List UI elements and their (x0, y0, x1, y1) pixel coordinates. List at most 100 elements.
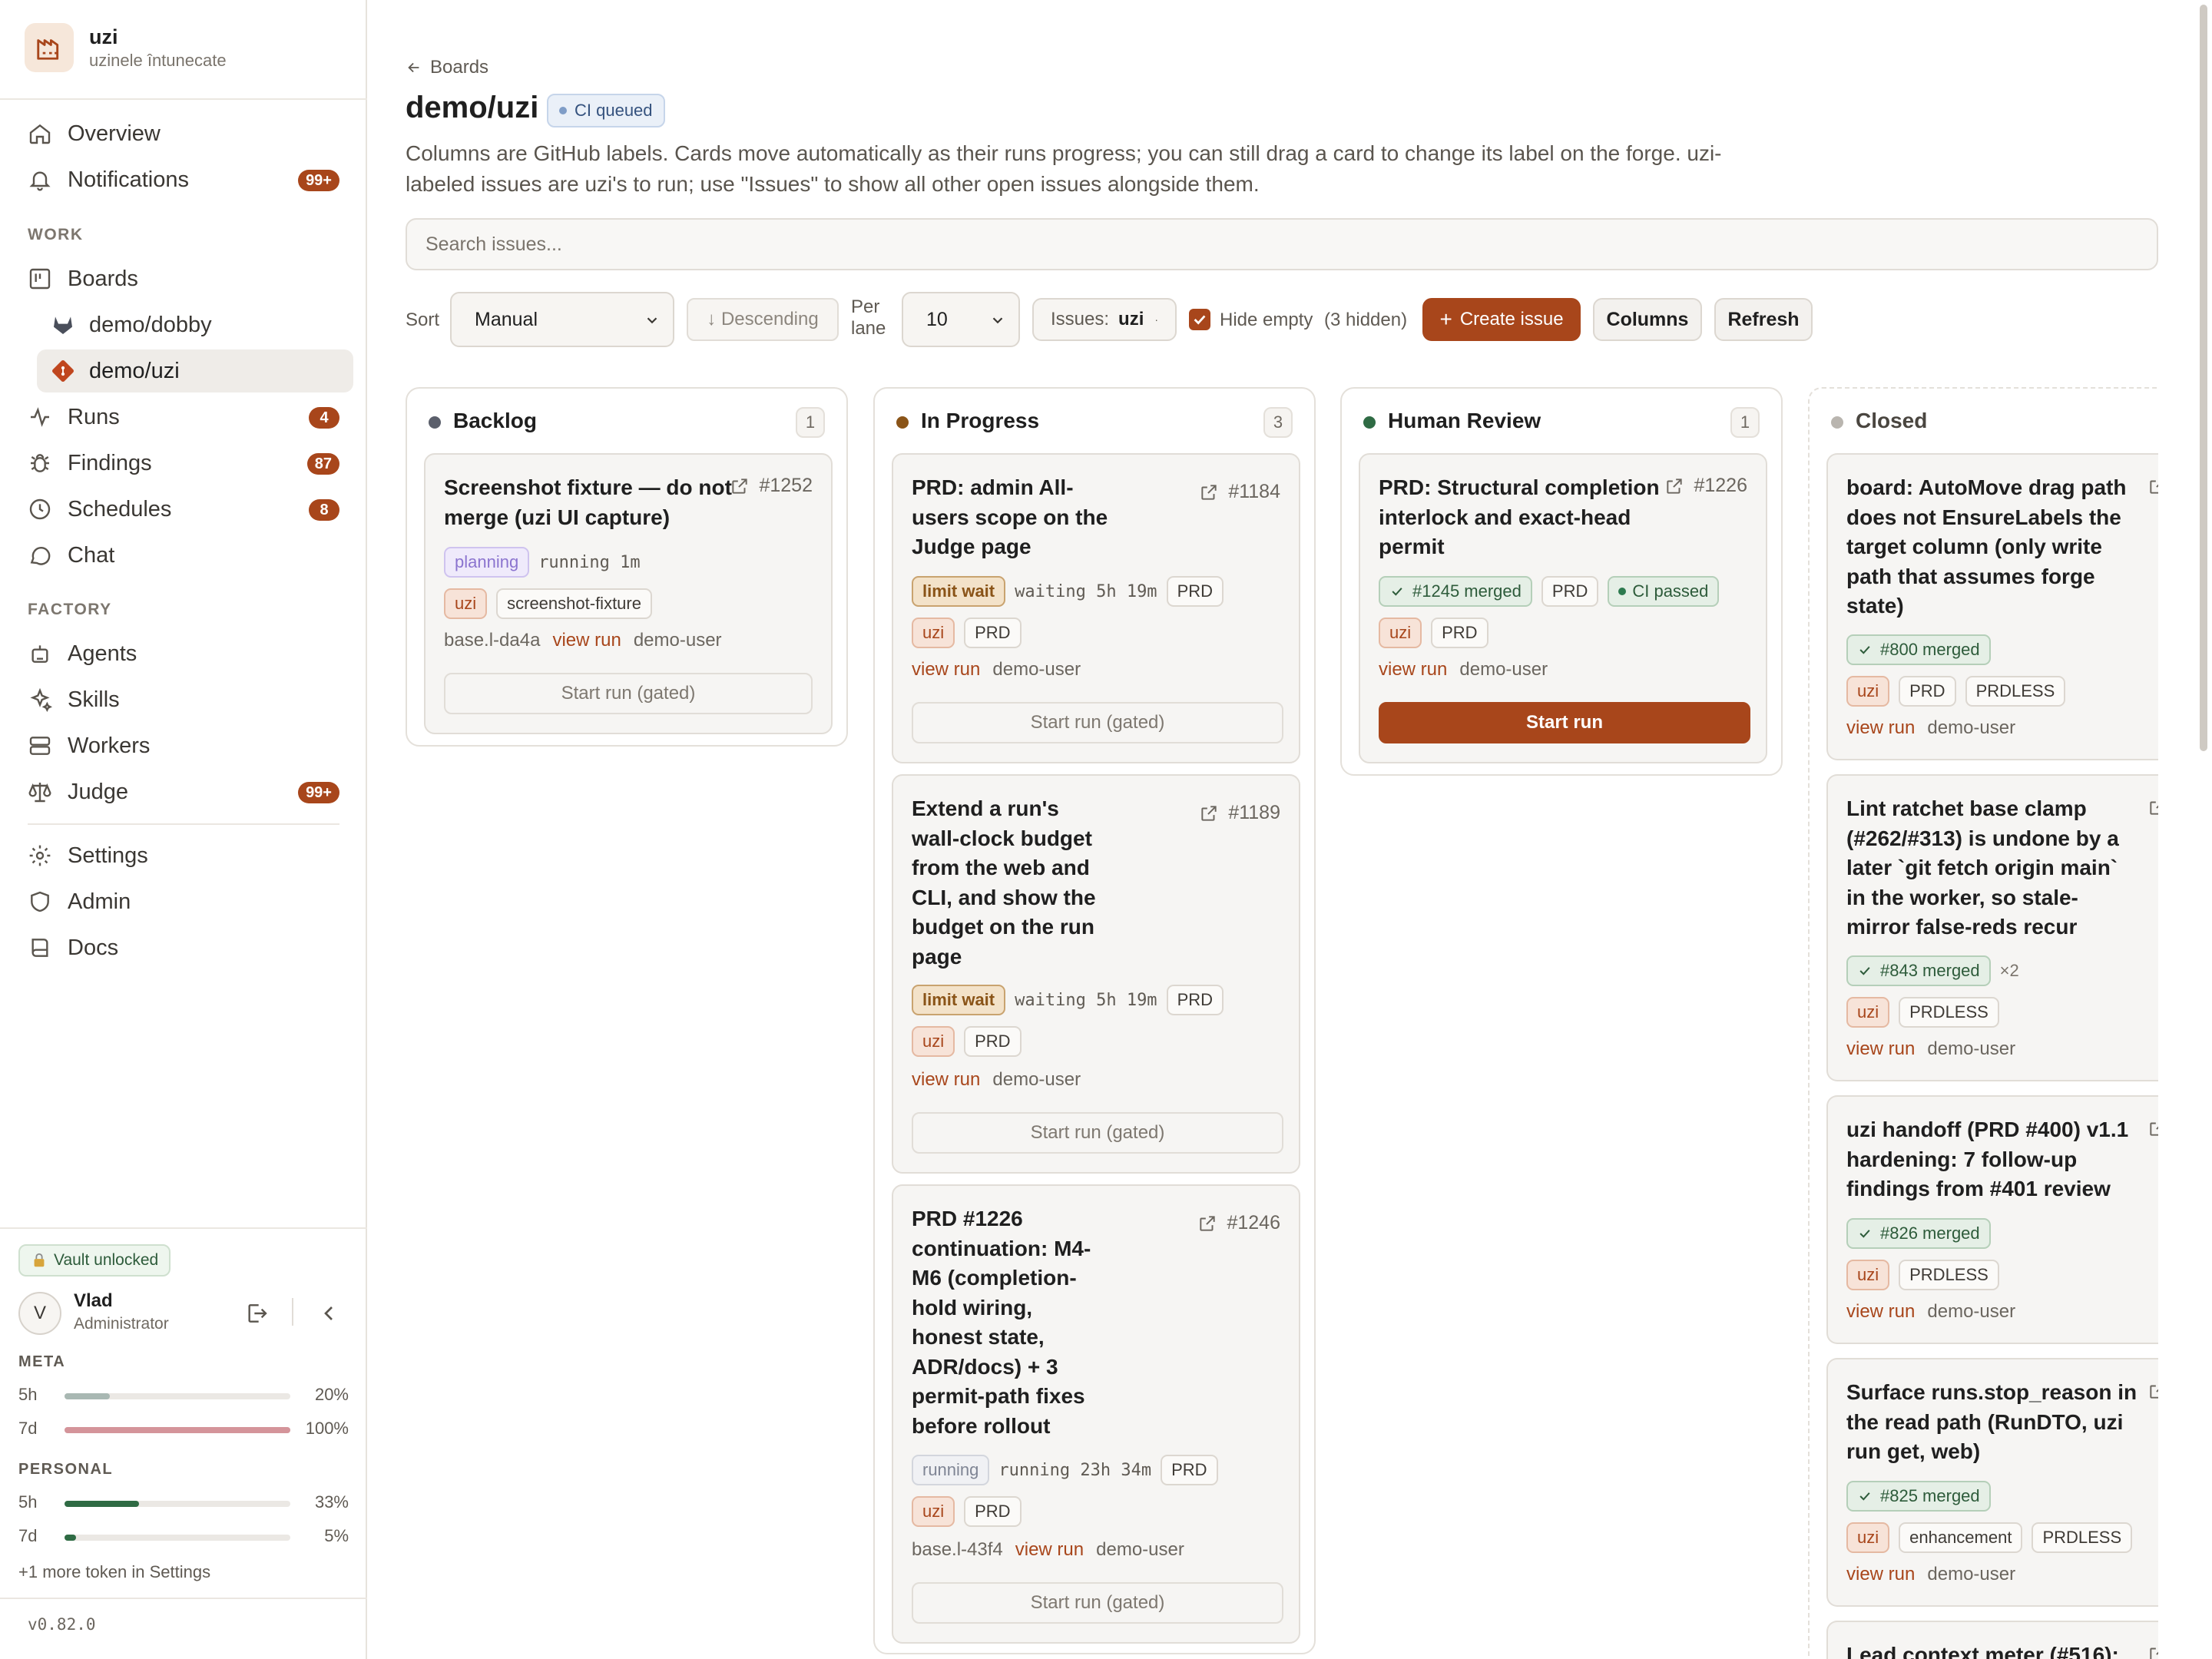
create-issue-button[interactable]: + Create issue (1422, 298, 1581, 341)
issue-title-line: merge (uzi UI capture) (444, 505, 671, 529)
sidebar-item-schedules[interactable]: Schedules 8 (28, 488, 339, 531)
start-run-button[interactable]: Start run (gated) (444, 673, 813, 714)
issue-title[interactable]: Extend a run's wall-clock budget from th… (912, 794, 1096, 972)
hide-empty-checkbox[interactable] (1189, 309, 1210, 330)
collapse-sidebar-icon[interactable] (316, 1301, 341, 1326)
app-version: v0.82.0 (28, 1615, 96, 1634)
view-run-link[interactable]: view run (1846, 1564, 1915, 1585)
search-input[interactable]: Search issues... (406, 218, 2158, 270)
view-run-link[interactable]: view run (1015, 1539, 1084, 1561)
brand[interactable]: uzi uzinele întunecate (25, 23, 227, 72)
view-run-link[interactable]: view run (1846, 717, 1915, 739)
quota-percent: 5% (324, 1526, 349, 1545)
sort-order-button[interactable]: ↓ Descending (687, 298, 839, 341)
issue-card[interactable]: uzi handoff (PRD #400) v1.1 hardening: 7… (1826, 1095, 2165, 1344)
sidebar-item-admin[interactable]: Admin (28, 880, 339, 923)
vault-status-badge[interactable]: Vault unlocked (18, 1244, 171, 1277)
refresh-button[interactable]: Refresh (1714, 298, 1813, 341)
merged-pr-badge[interactable]: #843 merged (1846, 955, 1991, 986)
sidebar-item-chat[interactable]: Chat (28, 534, 339, 577)
issue-card[interactable]: Lint ratchet base clamp (#262/#313) is u… (1826, 774, 2165, 1081)
view-run-link[interactable]: view run (552, 630, 621, 651)
per-lane-select[interactable]: 10 (902, 292, 1020, 347)
view-run-link[interactable]: view run (912, 1069, 980, 1091)
sidebar-item-demo-uzi[interactable]: demo/uzi (37, 349, 353, 392)
page-scrollbar[interactable] (2194, 0, 2212, 1659)
issue-card[interactable]: PRD: Structural completion interlock and… (1359, 453, 1767, 763)
lane-header[interactable]: Human Review 1 (1342, 389, 1781, 455)
sidebar-item-agents[interactable]: Agents (28, 632, 339, 675)
card-meta: base.l-43f4 view run demo-user (912, 1538, 1197, 1562)
issue-title[interactable]: PRD: admin All- users scope on the Judge… (912, 473, 1108, 562)
lane-header[interactable]: In Progress 3 (875, 389, 1314, 455)
view-run-link[interactable]: view run (1846, 1301, 1915, 1323)
issue-title[interactable]: uzi handoff (PRD #400) v1.1 hardening: 7… (1846, 1115, 2128, 1204)
sidebar-item-docs[interactable]: Docs (28, 926, 339, 969)
check-icon (1859, 1230, 1870, 1238)
issue-card[interactable]: Extend a run's wall-clock budget from th… (892, 774, 1300, 1174)
quota-bar (65, 1501, 290, 1507)
issue-title[interactable]: board: AutoMove drag path does not Ensur… (1846, 473, 2127, 621)
start-run-button[interactable]: Start run (gated) (912, 1582, 1283, 1624)
logout-icon[interactable] (244, 1301, 269, 1326)
issue-card[interactable]: PRD #1226 continuation: M4- M6 (completi… (892, 1184, 1300, 1644)
sidebar-item-runs[interactable]: Runs 4 (28, 396, 339, 439)
issue-title[interactable]: PRD #1226 continuation: M4- M6 (completi… (912, 1204, 1091, 1441)
merged-pr-badge[interactable]: #826 merged (1846, 1218, 1991, 1249)
issue-card[interactable]: board: AutoMove drag path does not Ensur… (1826, 453, 2165, 760)
hide-empty-label[interactable]: Hide empty (1220, 310, 1313, 331)
issues-filter-select[interactable]: Issues: uzi · (1032, 298, 1177, 341)
issue-title[interactable]: Surface runs.stop_reason in the read pat… (1846, 1378, 2137, 1467)
sidebar-item-workers[interactable]: Workers (28, 724, 339, 767)
back-to-boards-link[interactable]: Boards (406, 57, 488, 78)
sidebar-item-findings[interactable]: Findings 87 (28, 442, 339, 485)
view-run-link[interactable]: view run (1379, 659, 1447, 680)
view-run-link[interactable]: view run (912, 659, 980, 680)
issue-title[interactable]: Screenshot fixture — do not merge (uzi U… (444, 473, 732, 532)
start-run-button[interactable]: Start run (gated) (912, 702, 1283, 743)
issue-title-line: mirror false-reds recur (1846, 915, 2078, 939)
issue-title[interactable]: Lint ratchet base clamp (#262/#313) is u… (1846, 794, 2119, 942)
label-row: uzi PRD (912, 1496, 1031, 1527)
start-run-button[interactable]: Start run (gated) (912, 1112, 1283, 1154)
sort-select[interactable]: Manual (450, 292, 674, 347)
lane-header[interactable]: Closed (1810, 389, 2158, 455)
columns-button[interactable]: Columns (1593, 298, 1702, 341)
start-run-button[interactable]: Start run (1379, 702, 1750, 743)
issue-title[interactable]: Lead context meter (#516): (1846, 1641, 2119, 1659)
view-run-link[interactable]: view run (1846, 1038, 1915, 1060)
issue-card[interactable]: PRD: admin All- users scope on the Judge… (892, 453, 1300, 763)
sidebar-item-label: Settings (68, 843, 148, 868)
sidebar-item-judge[interactable]: Judge 99+ (28, 770, 339, 813)
issue-card[interactable]: Surface runs.stop_reason in the read pat… (1826, 1358, 2165, 1607)
lane-header[interactable]: Backlog 1 (407, 389, 846, 455)
issue-number-link[interactable]: #1226 (1664, 475, 1747, 497)
issue-title[interactable]: PRD: Structural completion interlock and… (1379, 473, 1660, 562)
scrollbar-thumb[interactable] (2200, 5, 2207, 751)
label-chip: PRD (1166, 576, 1224, 607)
merged-pr-badge[interactable]: #825 merged (1846, 1481, 1991, 1512)
issue-number-link[interactable]: #1246 (1197, 1212, 1280, 1234)
issue-number-link[interactable]: #1252 (730, 475, 813, 497)
issue-number-link[interactable]: #1184 (1199, 481, 1280, 503)
author: demo-user (992, 1069, 1081, 1090)
issue-card[interactable]: Screenshot fixture — do not merge (uzi U… (424, 453, 833, 734)
issue-title-line: Lead context meter (#516): (1846, 1643, 2119, 1659)
sidebar-item-skills[interactable]: Skills (28, 678, 339, 721)
sidebar-item-overview[interactable]: Overview (28, 112, 339, 155)
issue-title-line: the read path (RunDTO, uzi (1846, 1409, 2124, 1434)
sidebar-item-label: Notifications (68, 167, 189, 192)
board-overflow-mask (2158, 369, 2194, 1659)
sidebar-item-notifications[interactable]: Notifications 99+ (28, 158, 339, 201)
issue-card[interactable]: Lead context meter (#516): (1826, 1621, 2165, 1659)
sidebar-item-demo-dobby[interactable]: demo/dobby (37, 303, 353, 346)
more-token-link[interactable]: +1 more token in Settings (18, 1562, 210, 1582)
merged-pr-badge[interactable]: #1245 merged (1379, 576, 1532, 607)
git-icon (51, 359, 75, 383)
sidebar-item-boards[interactable]: Boards (28, 257, 339, 300)
sidebar-item-settings[interactable]: Settings (28, 834, 339, 877)
issue-number-link[interactable]: #1189 (1199, 802, 1280, 824)
merged-pr-badge[interactable]: #800 merged (1846, 634, 1991, 665)
plus-icon: + (1439, 307, 1452, 331)
avatar[interactable]: V (18, 1292, 61, 1335)
